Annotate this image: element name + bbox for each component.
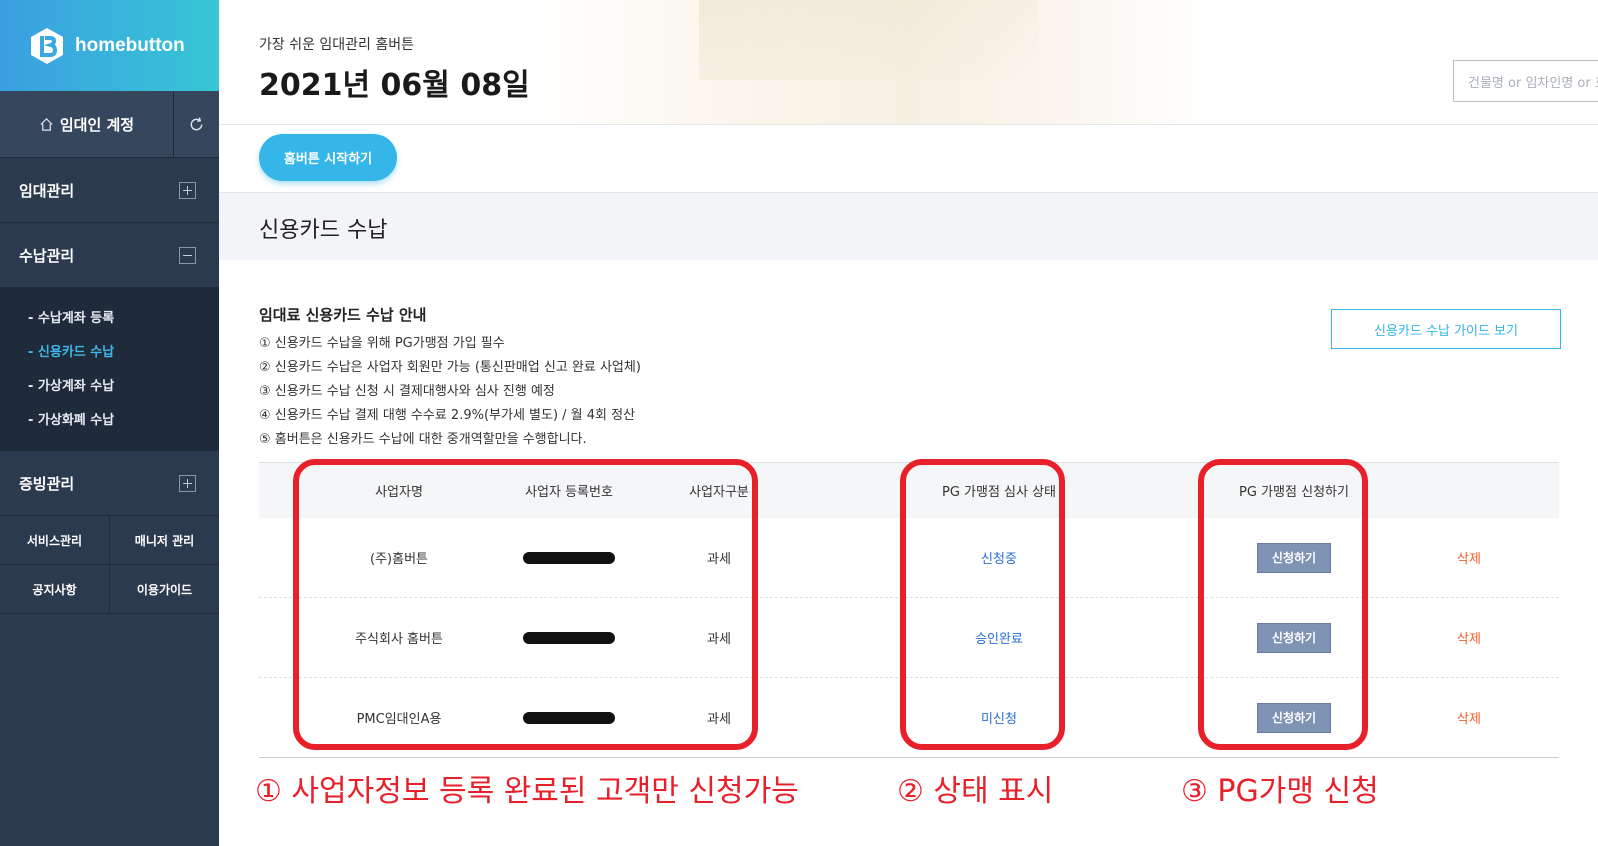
- refresh-icon: [190, 116, 203, 130]
- sidebar-section-payment[interactable]: 수납관리: [0, 223, 219, 288]
- header-tagline: 가장 쉬운 임대관리 홈버튼: [259, 37, 415, 53]
- homebutton-logo-icon: [28, 27, 66, 65]
- sidebar-quick-links: 서비스관리 매니저 관리 공지사항 이용가이드: [0, 516, 219, 614]
- sidebar-item-crypto[interactable]: - 가상화폐 수납: [0, 404, 219, 438]
- delete-link[interactable]: 삭제: [1434, 518, 1504, 597]
- quick-link-manager[interactable]: 매니저 관리: [110, 516, 219, 565]
- sidebar-section-evidence[interactable]: 증빙관리: [0, 451, 219, 516]
- banner-decoration: [699, 0, 1039, 80]
- guide-item: ③ 신용카드 수납 신청 시 결제대행사와 심사 진행 예정: [259, 384, 555, 399]
- quick-link-guide[interactable]: 이용가이드: [110, 565, 219, 614]
- guide-item: ⑤ 홈버튼은 신용카드 수납에 대한 중개역할만을 수행합니다.: [259, 432, 587, 447]
- sidebar-section-label: 임대관리: [19, 181, 75, 200]
- expand-plus-icon[interactable]: [179, 181, 196, 199]
- sidebar-item-account-register[interactable]: - 수납계좌 등록: [0, 302, 219, 336]
- delete-link[interactable]: 삭제: [1434, 678, 1504, 757]
- guide-item: ④ 신용카드 수납 결제 대행 수수료 2.9%(부가세 별도) / 월 4회 …: [259, 408, 636, 423]
- sidebar-item-virtual-account[interactable]: - 가상계좌 수납: [0, 370, 219, 404]
- sidebar: homebutton 임대인 계정 임대관리 수납관리 - 수납계좌 등록 - …: [0, 0, 219, 846]
- quick-link-notice[interactable]: 공지사항: [0, 565, 110, 614]
- sidebar-section-rental[interactable]: 임대관리: [0, 158, 219, 223]
- brand-name: homebutton: [75, 34, 185, 56]
- sidebar-section-label: 증빙관리: [19, 474, 75, 493]
- guide-title: 임대료 신용카드 수납 안내: [259, 306, 427, 324]
- delete-link[interactable]: 삭제: [1434, 598, 1504, 677]
- guide-item: ① 신용카드 수납을 위해 PG가맹점 가입 필수: [259, 336, 505, 351]
- annotation-box-status: [900, 459, 1065, 750]
- account-bar: 임대인 계정: [0, 91, 219, 158]
- account-label: 임대인 계정: [59, 115, 135, 134]
- refresh-button[interactable]: [173, 91, 219, 157]
- view-guide-button[interactable]: 신용카드 수납 가이드 보기: [1331, 309, 1561, 349]
- account-button[interactable]: 임대인 계정: [0, 91, 173, 157]
- home-icon: [40, 117, 53, 131]
- sidebar-item-credit-card[interactable]: - 신용카드 수납: [0, 336, 219, 370]
- guide-item: ② 신용카드 수납은 사업자 회원만 가능 (통신판매업 신고 완료 사업체): [259, 360, 641, 375]
- annotation-label: ① 사업자정보 등록 완료된 고객만 신청가능: [255, 774, 799, 809]
- annotation-box-apply: [1198, 459, 1368, 750]
- expand-plus-icon[interactable]: [179, 474, 196, 492]
- collapse-minus-icon[interactable]: [179, 246, 196, 264]
- annotation-box-business: [293, 459, 758, 750]
- start-homebutton-button[interactable]: 홈버튼 시작하기: [259, 134, 397, 181]
- header-banner: 가장 쉬운 임대관리 홈버튼 2021년 06월 08일 건물명 or 임차인명…: [219, 0, 1598, 125]
- main-content: 가장 쉬운 임대관리 홈버튼 2021년 06월 08일 건물명 or 임차인명…: [219, 0, 1598, 846]
- brand-logo[interactable]: homebutton: [0, 0, 219, 91]
- quick-link-service[interactable]: 서비스관리: [0, 516, 110, 565]
- guide-list: ① 신용카드 수납을 위해 PG가맹점 가입 필수 ② 신용카드 수납은 사업자…: [259, 332, 641, 452]
- header-date: 2021년 06월 08일: [259, 68, 530, 103]
- page-title-band: [219, 192, 1598, 260]
- annotation-label: ③ PG가맹 신청: [1181, 774, 1379, 809]
- sidebar-submenu: - 수납계좌 등록 - 신용카드 수납 - 가상계좌 수납 - 가상화폐 수납: [0, 288, 219, 451]
- sidebar-section-label: 수납관리: [19, 246, 75, 265]
- search-input[interactable]: 건물명 or 임차인명 or 호실: [1453, 60, 1598, 102]
- annotation-label: ② 상태 표시: [897, 774, 1054, 809]
- page-title: 신용카드 수납: [259, 218, 388, 243]
